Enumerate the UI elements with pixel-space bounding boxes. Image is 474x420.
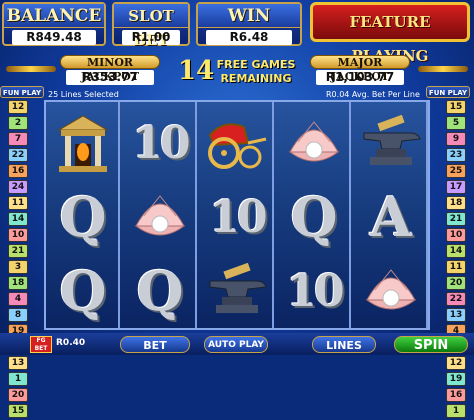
minor-jackpot-label: MINOR JACKPOT xyxy=(60,55,160,83)
payline-marker[interactable]: 19 xyxy=(446,372,466,386)
fun-play-badge-left: FUN PLAY xyxy=(0,86,44,98)
free-games-text: FREE GAMES REMAINING xyxy=(216,58,296,85)
pearl-shell-icon xyxy=(281,108,347,178)
payline-marker[interactable]: 7 xyxy=(8,132,28,146)
payline-marker[interactable]: 8 xyxy=(8,308,28,322)
payline-marker[interactable]: 18 xyxy=(8,276,28,290)
spin-button[interactable]: SPIN xyxy=(394,336,468,353)
payline-marker[interactable]: 22 xyxy=(8,148,28,162)
major-jackpot-value: R1,103.77 xyxy=(316,70,404,85)
anvil-icon xyxy=(204,256,270,326)
major-jackpot: MAJOR JACKPOT R1,103.77 xyxy=(310,55,410,87)
minor-jackpot-value: R353.77 xyxy=(66,70,154,85)
win-value: R6.48 xyxy=(206,30,292,45)
fun-play-badge-right: FUN PLAY xyxy=(426,86,470,98)
balance-meter: BALANCE R849.48 xyxy=(2,2,106,46)
symbol-text: Q xyxy=(290,185,338,249)
win-label: WIN xyxy=(198,4,300,28)
temple-icon xyxy=(50,108,116,178)
payline-marker[interactable]: 2 xyxy=(8,116,28,130)
payline-marker[interactable]: 10 xyxy=(446,228,466,242)
fg-bet-badge: FG BET xyxy=(30,336,52,353)
symbol-text: Q xyxy=(59,259,107,323)
payline-markers-right: 15592325171821101411202213421219161 xyxy=(446,100,466,420)
symbol-text: 10 xyxy=(209,191,267,243)
free-games-remaining: 14 FREE GAMES REMAINING xyxy=(178,56,296,90)
lines-button[interactable]: LINES xyxy=(312,336,376,353)
magic-wand-left-icon xyxy=(6,66,56,72)
payline-marker[interactable]: 1 xyxy=(8,372,28,386)
symbol-text: Q xyxy=(59,185,107,249)
free-games-count: 14 xyxy=(178,56,215,86)
payline-markers-left: 122722162411141021318481961312015 xyxy=(8,100,28,420)
payline-marker[interactable]: 20 xyxy=(446,276,466,290)
payline-marker[interactable]: 17 xyxy=(446,180,466,194)
symbol-10: 10 xyxy=(127,108,193,178)
payline-marker[interactable]: 13 xyxy=(8,356,28,370)
payline-marker[interactable]: 9 xyxy=(446,132,466,146)
payline-marker[interactable]: 3 xyxy=(8,260,28,274)
payline-marker[interactable]: 16 xyxy=(8,164,28,178)
anvil-icon xyxy=(358,108,424,178)
payline-marker[interactable]: 24 xyxy=(8,180,28,194)
payline-marker[interactable]: 23 xyxy=(446,148,466,162)
payline-marker[interactable]: 10 xyxy=(8,228,28,242)
reel-4: Q 10 xyxy=(277,102,351,328)
symbol-text: Q xyxy=(136,259,184,323)
symbol-text: A xyxy=(370,185,412,249)
reel-1: QQ xyxy=(46,102,120,328)
chariot-icon xyxy=(204,108,270,178)
payline-marker[interactable]: 15 xyxy=(8,404,28,418)
pearl-shell-icon xyxy=(358,256,424,326)
slot-bet-label: SLOT BET xyxy=(114,4,188,49)
fg-bet-value: R0.40 xyxy=(56,338,86,348)
minor-jackpot: MINOR JACKPOT R353.77 xyxy=(60,55,160,87)
payline-marker[interactable]: 11 xyxy=(8,196,28,210)
bet-button[interactable]: BET xyxy=(120,336,190,353)
payline-marker[interactable]: 20 xyxy=(8,388,28,402)
payline-marker[interactable]: 21 xyxy=(8,244,28,258)
payline-marker[interactable]: 12 xyxy=(446,356,466,370)
symbol-q: Q xyxy=(281,182,347,252)
reel-area: Q Q 10 Q 10 Q 10 A xyxy=(44,100,430,330)
payline-marker[interactable]: 11 xyxy=(446,260,466,274)
balance-value: R849.48 xyxy=(12,30,96,45)
payline-marker[interactable]: 21 xyxy=(446,212,466,226)
symbol-10: 10 xyxy=(204,182,270,252)
payline-marker[interactable]: 14 xyxy=(8,212,28,226)
reel-3: 10 xyxy=(200,102,274,328)
payline-marker[interactable]: 14 xyxy=(446,244,466,258)
payline-marker[interactable]: 18 xyxy=(446,196,466,210)
reel-2: 10 Q xyxy=(123,102,197,328)
payline-marker[interactable]: 12 xyxy=(8,100,28,114)
symbol-a: A xyxy=(358,182,424,252)
slot-bet-meter: SLOT BET R1.00 xyxy=(112,2,190,49)
payline-marker[interactable]: 22 xyxy=(446,292,466,306)
symbol-text: 10 xyxy=(132,117,190,169)
avg-bet-text: R0.04 Avg. Bet Per Line xyxy=(326,90,420,99)
symbol-10: 10 xyxy=(281,256,347,326)
magic-wand-right-icon xyxy=(418,66,468,72)
symbol-q: Q xyxy=(50,256,116,326)
auto-play-button[interactable]: AUTO PLAY xyxy=(204,336,268,353)
feature-playing-banner: FEATURE PLAYING xyxy=(310,2,470,65)
symbol-q: Q xyxy=(127,256,193,326)
lines-selected-text: 25 Lines Selected xyxy=(48,90,119,99)
symbol-q: Q xyxy=(50,182,116,252)
payline-marker[interactable]: 4 xyxy=(8,292,28,306)
slot-bet-value: R1.00 xyxy=(122,30,180,45)
major-jackpot-label: MAJOR JACKPOT xyxy=(310,55,410,83)
slot-machine: BALANCE R849.48 SLOT BET R1.00 WIN R6.48… xyxy=(0,0,474,418)
win-meter: WIN R6.48 xyxy=(196,2,302,46)
payline-marker[interactable]: 5 xyxy=(446,116,466,130)
payline-marker[interactable]: 15 xyxy=(446,100,466,114)
payline-marker[interactable]: 25 xyxy=(446,164,466,178)
payline-marker[interactable]: 1 xyxy=(446,404,466,418)
payline-marker[interactable]: 13 xyxy=(446,308,466,322)
reel-5: A xyxy=(354,102,428,328)
pearl-shell-icon xyxy=(127,182,193,252)
balance-label: BALANCE xyxy=(4,4,104,28)
payline-marker[interactable]: 16 xyxy=(446,388,466,402)
symbol-text: 10 xyxy=(286,265,344,317)
